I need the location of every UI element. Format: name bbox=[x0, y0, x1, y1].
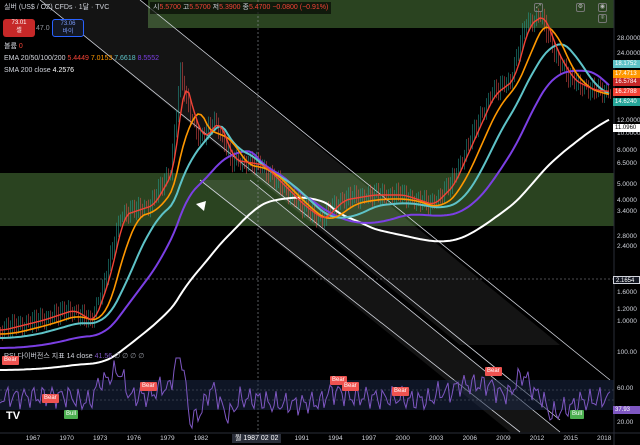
bull-badge: Bull bbox=[64, 410, 79, 419]
price-tick: 12.0000 bbox=[617, 117, 640, 124]
price-tag: 16.2788 bbox=[613, 88, 640, 96]
time-tick: 1994 bbox=[328, 435, 343, 442]
chart-canvas[interactable]: 28.000024.000012.000010.00008.00006.5000… bbox=[0, 0, 640, 445]
time-tick: 1973 bbox=[93, 435, 108, 442]
bear-badge: Bear bbox=[485, 367, 502, 376]
price-tick: 1.2000 bbox=[617, 306, 637, 313]
time-tick: 2006 bbox=[463, 435, 478, 442]
price-tick: 24.0000 bbox=[617, 50, 640, 57]
volume-legend[interactable]: 볼륨 0 bbox=[4, 42, 23, 51]
time-tick: 2015 bbox=[563, 435, 578, 442]
cursor-date-tag: 월 1987 02 02 bbox=[232, 434, 282, 443]
price-tick: 8.0000 bbox=[617, 147, 637, 154]
price-tick: 1.6000 bbox=[617, 289, 637, 296]
camera-icon[interactable]: ◉ bbox=[598, 3, 607, 12]
price-tick: 5.0000 bbox=[617, 181, 637, 188]
time-tick: 1976 bbox=[127, 435, 142, 442]
price-tick: 2.8000 bbox=[617, 233, 637, 240]
price-tick: 4.0000 bbox=[617, 197, 637, 204]
time-tick: 1997 bbox=[362, 435, 377, 442]
bear-badge: Bear bbox=[2, 356, 19, 365]
time-tick: 1979 bbox=[160, 435, 175, 442]
tradingview-logo-icon: TV bbox=[6, 410, 21, 422]
price-tag: 17.4713 bbox=[613, 70, 640, 78]
time-tick: 2012 bbox=[530, 435, 545, 442]
price-tick: 28.0000 bbox=[617, 35, 640, 42]
symbol-title[interactable]: 실버 (US$ / OZ) CFDs · 1달 · TVC bbox=[4, 2, 109, 14]
time-tick: 1967 bbox=[26, 435, 41, 442]
log-scale-icon[interactable]: ⌾ bbox=[598, 14, 607, 23]
time-tick: 2009 bbox=[496, 435, 511, 442]
sell-button[interactable]: 73.01 셀 bbox=[3, 19, 35, 37]
rsi-tick: 20.00 bbox=[617, 419, 634, 426]
rsi-current-tag: 37.93 bbox=[613, 406, 640, 414]
ema-legend[interactable]: EMA 20/50/100/200 5.4449 7.0153 7.6618 8… bbox=[4, 54, 159, 63]
ohlc-readout: 시5.5700 고5.5700 저5.3900 종5.4700 −0.0800 … bbox=[150, 2, 332, 14]
time-tick: 1970 bbox=[59, 435, 74, 442]
price-tag: 14.6240 bbox=[613, 98, 640, 106]
time-tick: 2018 bbox=[597, 435, 612, 442]
time-tick: 2000 bbox=[395, 435, 410, 442]
bear-badge: Bear bbox=[42, 394, 59, 403]
bull-badge: Bull bbox=[570, 410, 585, 419]
rsi-tick: 100.00 bbox=[617, 349, 637, 356]
price-tick: 3.4000 bbox=[617, 208, 637, 215]
price-tick: 1.0000 bbox=[617, 318, 637, 325]
rsi-legend[interactable]: RSI 다이버전스 지표 14 close 41.56 ∅ ∅ ∅ ∅ bbox=[4, 352, 144, 361]
settings-icon[interactable]: ⚙ bbox=[576, 3, 585, 12]
rsi-tick: 60.00 bbox=[617, 385, 634, 392]
bear-badge: Bear bbox=[342, 382, 359, 391]
fullscreen-icon[interactable]: ⤢ bbox=[534, 3, 543, 12]
sma-legend[interactable]: SMA 200 close 4.2576 bbox=[4, 66, 74, 75]
price-tag: 11.0960 bbox=[613, 124, 640, 132]
price-tick: 6.5000 bbox=[617, 160, 637, 167]
price-tag: 18.1752 bbox=[613, 60, 640, 68]
time-tick: 2003 bbox=[429, 435, 444, 442]
price-tick: 2.4000 bbox=[617, 243, 637, 250]
buy-button[interactable]: 73.06 바이 bbox=[52, 19, 84, 37]
symbol-name: 실버 (US$ / OZ) CFDs · 1달 · TVC bbox=[4, 4, 110, 11]
time-tick: 1991 bbox=[295, 435, 310, 442]
bear-badge: Bear bbox=[392, 387, 409, 396]
time-tick: 1982 bbox=[194, 435, 209, 442]
spread-value: 47.0 bbox=[36, 25, 50, 32]
price-tag: 2.1654 bbox=[613, 276, 640, 284]
bear-badge: Bear bbox=[140, 382, 157, 391]
price-tag: 16.5784 bbox=[613, 78, 640, 86]
